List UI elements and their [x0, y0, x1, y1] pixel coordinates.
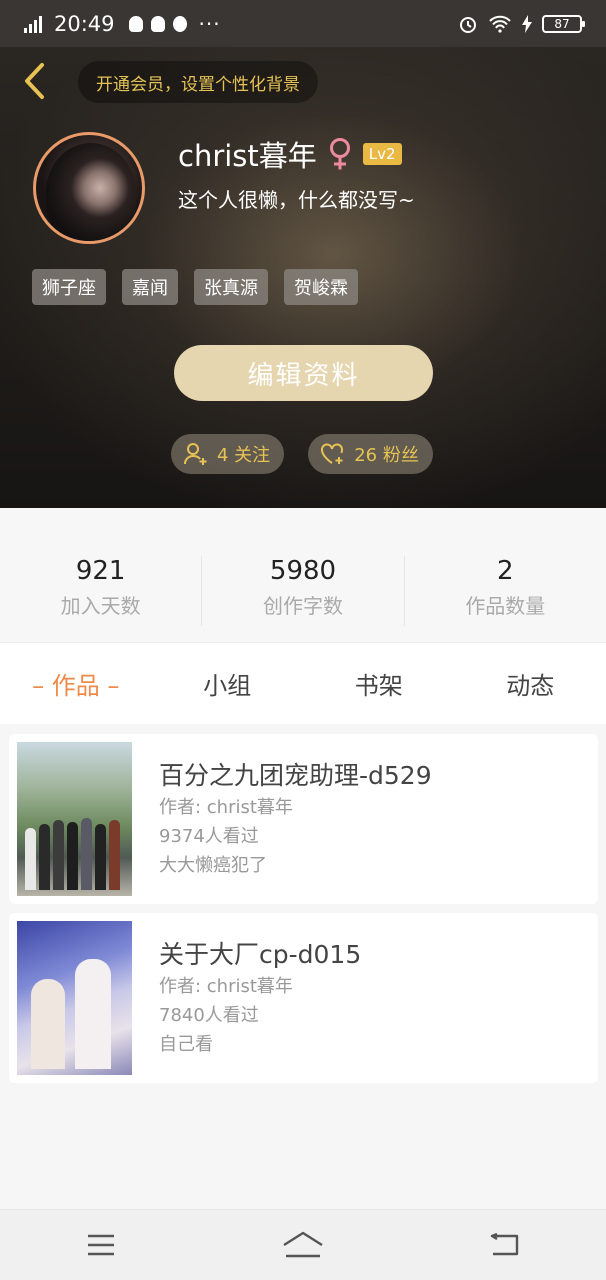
work-note: 自己看 — [159, 1034, 213, 1055]
work-title: 关于大厂cp-d015 — [159, 940, 362, 969]
menu-icon — [88, 1234, 114, 1256]
tag-list: 狮子座 嘉闻 张真源 贺峻霖 — [32, 269, 358, 305]
system-nav-bar — [0, 1209, 606, 1280]
status-bar: 20:49 ··· 87 — [0, 0, 606, 47]
following-count: 4 关注 — [217, 445, 271, 466]
menu-button[interactable] — [71, 1220, 131, 1270]
username: christ暮年 — [178, 139, 317, 173]
tag-item[interactable]: 张真源 — [194, 269, 268, 305]
followers-count: 26 粉丝 — [354, 445, 419, 466]
stat-label: 加入天数 — [60, 594, 141, 618]
stat-works: 2 作品数量 — [405, 556, 606, 626]
chevron-left-icon — [25, 63, 44, 99]
work-title: 百分之九团宠助理-d529 — [159, 761, 432, 790]
work-cover-image — [17, 742, 132, 896]
stat-label: 作品数量 — [465, 594, 546, 618]
tab-bar: – 作品 – 小组 书架 动态 — [0, 642, 606, 724]
female-icon — [329, 138, 350, 170]
heart-add-icon — [321, 443, 344, 464]
avatar[interactable] — [33, 132, 145, 244]
tab-activity[interactable]: 动态 — [455, 666, 606, 701]
work-author: 作者: christ暮年 — [159, 976, 293, 997]
following-button[interactable]: 4 关注 — [171, 434, 285, 474]
work-cover-image — [17, 921, 132, 1075]
battery-level: 87 — [554, 16, 570, 31]
vip-background-banner[interactable]: 开通会员，设置个性化背景 — [78, 61, 318, 103]
works-list: 百分之九团宠助理-d529 作者: christ暮年 9374人看过 大大懒癌犯… — [9, 734, 598, 1092]
work-author: 作者: christ暮年 — [159, 797, 293, 818]
charging-icon — [522, 14, 532, 33]
edit-profile-button[interactable]: 编辑资料 — [174, 345, 433, 401]
stat-value: 921 — [75, 556, 126, 586]
qq-icon — [128, 15, 143, 32]
stats-row: 921 加入天数 5980 创作字数 2 作品数量 — [0, 508, 606, 642]
planet-icon — [172, 15, 187, 32]
tab-works[interactable]: – 作品 – — [0, 666, 152, 701]
signal-icon — [24, 15, 42, 33]
tab-bookshelf[interactable]: 书架 — [303, 666, 455, 701]
stat-value: 5980 — [269, 556, 337, 586]
home-icon — [283, 1231, 323, 1258]
stat-label: 创作字数 — [262, 594, 343, 618]
work-card[interactable]: 关于大厂cp-d015 作者: christ暮年 7840人看过 自己看 — [9, 913, 598, 1083]
status-time: 20:49 — [54, 11, 115, 36]
back-button[interactable] — [16, 61, 52, 101]
user-add-icon — [184, 443, 207, 465]
work-note: 大大懒癌犯了 — [159, 855, 267, 876]
return-icon — [490, 1232, 519, 1256]
work-card[interactable]: 百分之九团宠助理-d529 作者: christ暮年 9374人看过 大大懒癌犯… — [9, 734, 598, 904]
work-views: 7840人看过 — [159, 1005, 259, 1026]
stat-days: 921 加入天数 — [0, 556, 203, 626]
followers-button[interactable]: 26 粉丝 — [308, 434, 433, 474]
stat-words: 5980 创作字数 — [202, 556, 405, 626]
tab-groups[interactable]: 小组 — [152, 666, 304, 701]
wifi-icon — [489, 15, 511, 33]
back-nav-button[interactable] — [475, 1220, 535, 1270]
bio-text: 这个人很懒，什么都没写~ — [178, 188, 415, 212]
tag-item[interactable]: 嘉闻 — [122, 269, 178, 305]
more-notifications-icon: ··· — [198, 11, 221, 36]
tag-item[interactable]: 贺峻霖 — [284, 269, 358, 305]
stat-value: 2 — [497, 556, 514, 586]
home-button[interactable] — [273, 1220, 333, 1270]
tag-item[interactable]: 狮子座 — [32, 269, 106, 305]
profile-header: 开通会员，设置个性化背景 christ暮年 Lv2 这个人很懒，什么都没写~ 狮… — [0, 47, 606, 508]
qq-icon — [150, 15, 165, 32]
battery-icon: 87 — [542, 14, 585, 33]
work-views: 9374人看过 — [159, 826, 259, 847]
alarm-icon — [460, 16, 476, 33]
level-badge: Lv2 — [362, 143, 402, 165]
